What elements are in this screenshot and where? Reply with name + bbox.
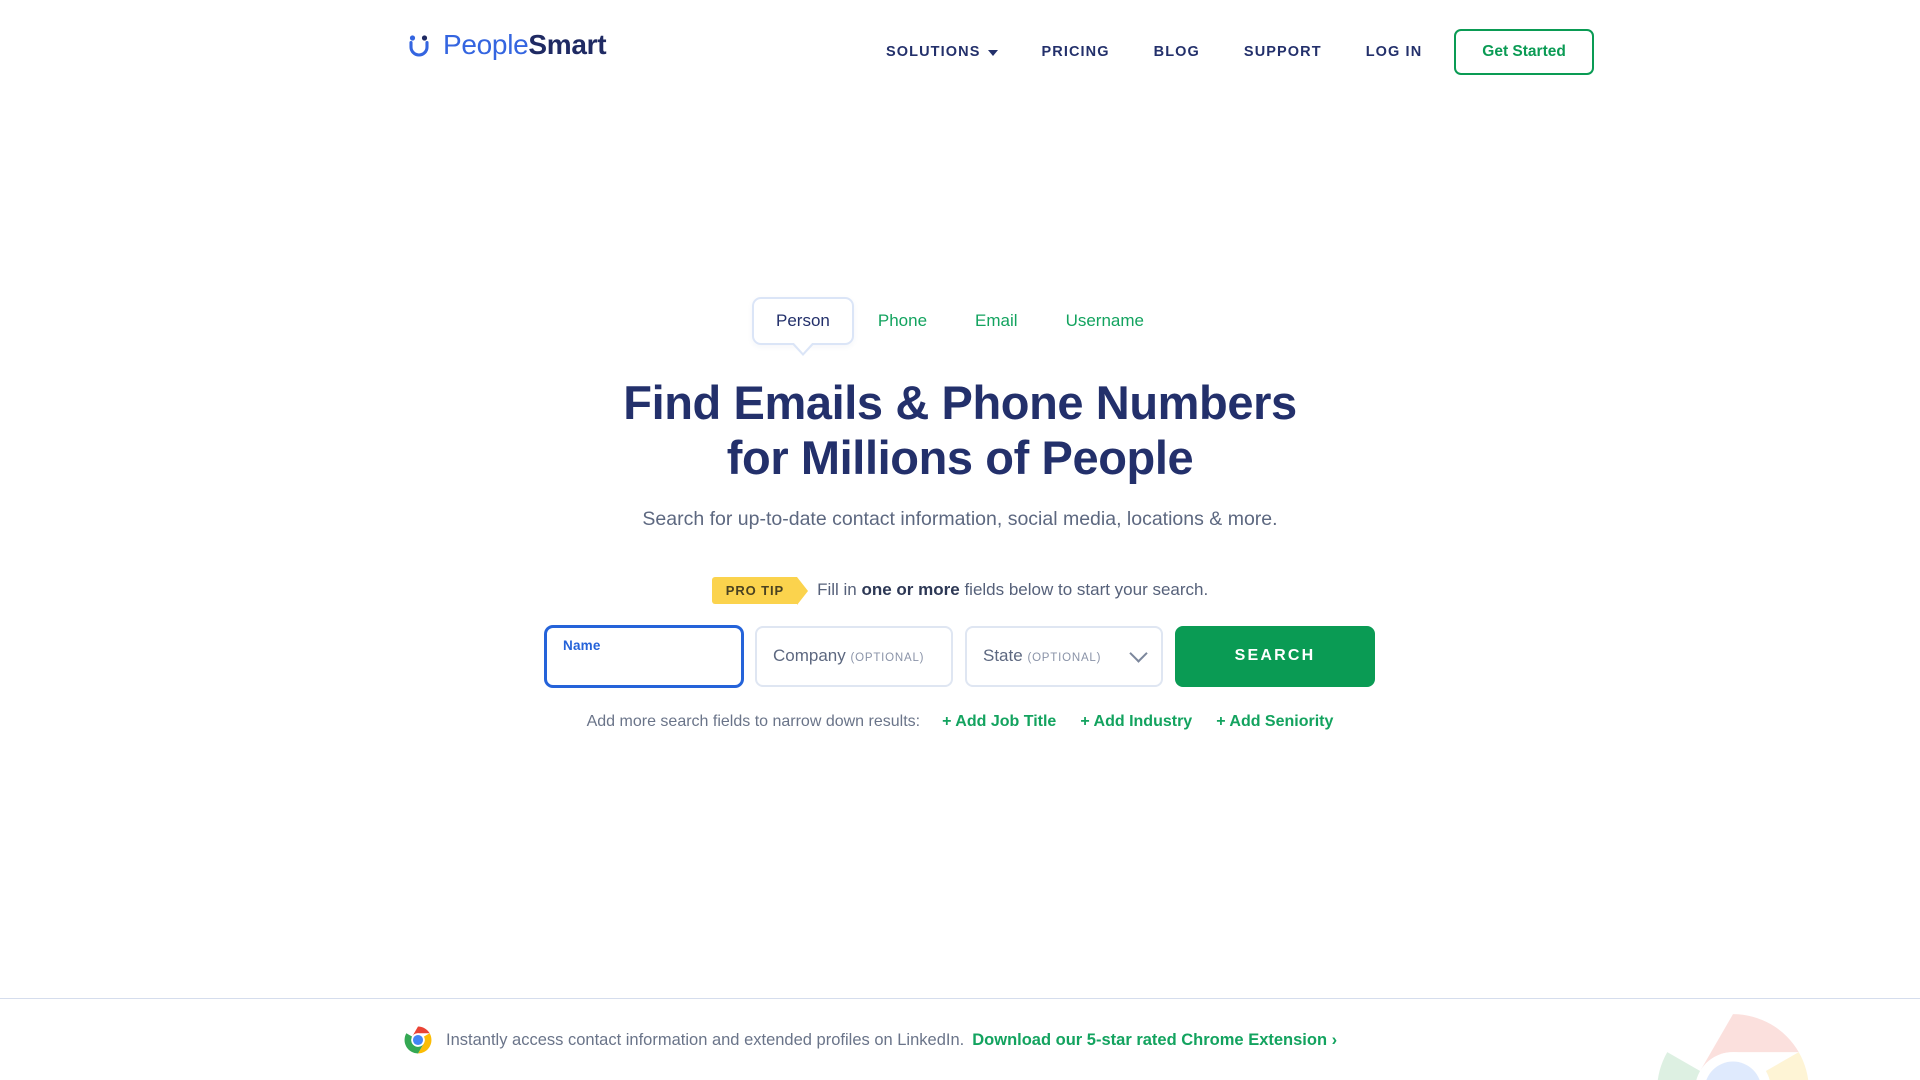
search-input-company[interactable] bbox=[757, 627, 951, 685]
people-search-form: Name Company (OPTIONAL) State (OPTIONAL)… bbox=[0, 625, 1920, 687]
company-field[interactable]: Company (OPTIONAL) bbox=[755, 625, 953, 687]
add-job-title-link[interactable]: + Add Job Title bbox=[942, 713, 1056, 731]
logo-smart-text: Smart bbox=[528, 29, 607, 60]
page-title: Find Emails & Phone Numbers for Millions… bbox=[0, 375, 1920, 486]
name-field[interactable]: Name bbox=[545, 625, 743, 687]
nav-item-blog[interactable]: Blog bbox=[1154, 34, 1200, 70]
tab-username[interactable]: Username bbox=[1042, 297, 1168, 345]
chrome-icon bbox=[404, 1026, 432, 1054]
headline-line-1: Find Emails & Phone Numbers bbox=[623, 376, 1297, 429]
smiley-face-icon bbox=[404, 30, 434, 60]
logo-people-text: People bbox=[443, 29, 529, 60]
add-fields-label: Add more search fields to narrow down re… bbox=[586, 712, 921, 730]
get-started-button[interactable]: Get Started bbox=[1454, 29, 1594, 75]
search-type-tabs: Person Phone Email Username bbox=[0, 297, 1920, 353]
pro-tip-text-before: Fill in bbox=[817, 580, 862, 600]
add-seniority-link[interactable]: + Add Seniority bbox=[1216, 713, 1333, 731]
nav-item-solutions-label: Solutions bbox=[886, 44, 981, 60]
banner-content: Instantly access contact information and… bbox=[404, 999, 1337, 1080]
chrome-extension-banner: Instantly access contact information and… bbox=[0, 998, 1920, 1080]
logo-wordmark: PeopleSmart bbox=[443, 29, 607, 60]
main-navigation: Solutions Pricing Blog Support Log in Ge… bbox=[886, 0, 1594, 104]
site-header: PeopleSmart Solutions Pricing Blog Suppo… bbox=[0, 0, 1920, 104]
search-button[interactable]: SEARCH bbox=[1175, 625, 1375, 687]
headline-line-2: for Millions of People bbox=[726, 431, 1194, 485]
state-field-placeholder: State (OPTIONAL) bbox=[983, 646, 1101, 666]
chrome-extension-link[interactable]: Download our 5-star rated Chrome Extensi… bbox=[972, 1031, 1337, 1049]
tab-person[interactable]: Person bbox=[752, 297, 854, 346]
pro-tip-row: PRO TIP Fill in one or more fields below… bbox=[0, 576, 1920, 605]
hero-section: Person Phone Email Username Find Emails … bbox=[0, 104, 1920, 731]
nav-item-solutions[interactable]: Solutions bbox=[886, 34, 998, 70]
tab-phone[interactable]: Phone bbox=[854, 297, 951, 345]
add-fields-row: Add more search fields to narrow down re… bbox=[0, 713, 1920, 731]
state-field-label: State bbox=[983, 646, 1023, 666]
logo[interactable]: PeopleSmart bbox=[404, 29, 607, 60]
state-field-optional: (OPTIONAL) bbox=[1027, 652, 1102, 665]
add-industry-link[interactable]: + Add Industry bbox=[1080, 713, 1192, 731]
search-input-name[interactable] bbox=[547, 627, 741, 685]
banner-description: Instantly access contact information and… bbox=[446, 1030, 965, 1049]
nav-item-login[interactable]: Log in bbox=[1366, 34, 1423, 70]
pro-tip-badge: PRO TIP bbox=[711, 576, 809, 605]
chevron-down-icon bbox=[987, 50, 998, 56]
chrome-watermark-icon bbox=[1654, 1011, 1812, 1080]
tab-email[interactable]: Email bbox=[951, 297, 1042, 345]
pro-tip-text: Fill in one or more fields below to star… bbox=[817, 580, 1208, 600]
pro-tip-text-bold: one or more bbox=[861, 580, 960, 600]
nav-item-support[interactable]: Support bbox=[1244, 34, 1322, 70]
pro-tip-text-after: fields below to start your search. bbox=[959, 580, 1209, 600]
state-field[interactable]: State (OPTIONAL) bbox=[965, 625, 1163, 687]
nav-item-pricing[interactable]: Pricing bbox=[1042, 34, 1110, 70]
banner-text: Instantly access contact information and… bbox=[446, 1031, 1337, 1050]
chevron-down-icon bbox=[1129, 644, 1148, 664]
page-subtitle: Search for up-to-date contact informatio… bbox=[642, 507, 1278, 530]
